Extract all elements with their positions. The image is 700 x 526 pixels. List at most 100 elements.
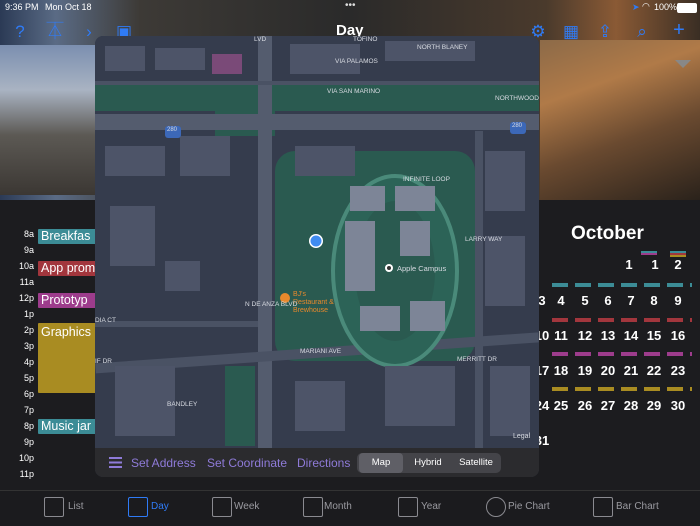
map-label-street: MARIANI AVE [300,348,342,355]
day-cell[interactable]: 7 [622,293,640,308]
day-cell[interactable]: 21 [622,363,640,378]
event-breakfast[interactable]: Breakfas [38,229,98,244]
day-cell[interactable]: 1 [620,257,638,272]
battery-percent: 100% [654,2,678,12]
location-icon: ➤ [632,2,640,12]
map-label-street: VIA SAN MARINO [327,88,381,95]
set-coordinate-button[interactable]: Set Coordinate [207,456,287,470]
time-label: 9p [23,437,34,447]
map-poi-apple-campus[interactable]: Apple Campus [397,264,446,273]
month-icon [303,497,323,517]
mountain-left [0,45,100,195]
map-label-street: DIA CT [95,317,116,324]
day-cell[interactable]: 18 [552,363,570,378]
map-poi-restaurant: Brewhouse [293,307,329,314]
time-label: 11p [19,469,34,479]
time-label: 10a [18,261,34,271]
tab-month[interactable]: Month [324,501,352,512]
time-label: 6p [23,389,34,399]
day-cell[interactable]: 15 [645,328,663,343]
day-cell[interactable]: 14 [622,328,640,343]
day-icon [128,497,148,517]
share-icon[interactable]: ⇪ [594,23,616,40]
search-icon[interactable]: ⌕ [631,23,653,40]
grid-icon[interactable]: ▦ [560,23,582,40]
day-cell[interactable]: 8 [645,293,663,308]
time-label: 3p [23,341,34,351]
tab-year[interactable]: Year [421,501,441,512]
day-cell[interactable]: 2 [669,257,687,272]
status-bar: 9:36 PM Mon Oct 18 ••• ➤ ◠ 100% [0,0,700,14]
event-prototype[interactable]: Prototyp [38,293,98,308]
mode-satellite[interactable]: Satellite [453,453,499,473]
day-stripes [641,251,657,255]
map-poi-restaurant: Restaurant & [293,299,334,306]
map-label-street: TOFINO [353,36,378,43]
menu-icon[interactable] [109,457,122,468]
time-label: 7p [23,405,34,415]
map-label-street: NORTH BLANEY [417,44,468,51]
wifi-icon: ◠ [642,1,650,11]
status-date: Mon Oct 18 [45,2,92,12]
map-label-street: MERRITT DR [457,356,497,363]
legal-link[interactable]: Legal [513,433,530,440]
day-cell[interactable]: 22 [645,363,663,378]
map-mode-segmented: Map Hybrid Satellite [357,453,501,473]
event-stripes [552,283,692,287]
tab-pie-chart[interactable]: Pie Chart [508,501,550,512]
event-stripes [552,352,692,356]
add-icon[interactable]: + [668,20,690,40]
day-cell[interactable]: 13 [599,328,617,343]
list-icon [44,497,64,517]
day-cell[interactable]: 19 [576,363,594,378]
pie-chart-icon [486,497,506,517]
map-label-street: N DE ANZA BLVD [245,301,298,308]
day-cell[interactable]: 5 [576,293,594,308]
day-cell[interactable]: 12 [576,328,594,343]
time-label: 12p [18,293,34,303]
day-cell[interactable]: 28 [622,398,640,413]
collapse-icon[interactable] [675,60,691,68]
tab-bar-chart[interactable]: Bar Chart [616,501,659,512]
day-cell[interactable]: 16 [669,328,687,343]
tab-week[interactable]: Week [234,501,259,512]
directions-button[interactable]: Directions [297,456,350,470]
status-time: 9:36 PM [5,2,39,12]
multitask-dots[interactable]: ••• [345,0,356,11]
event-graphics[interactable]: Graphics [38,323,98,393]
map-label-street: VIA PALAMOS [335,58,378,65]
year-icon [398,497,418,517]
highway-shield: 280 [512,123,523,129]
map-poi-restaurant[interactable]: BJ's [293,291,306,298]
event-stripes [552,387,692,391]
day-cell[interactable]: 26 [576,398,594,413]
day-cell[interactable]: 11 [552,328,570,343]
day-cell[interactable]: 30 [669,398,687,413]
day-cell[interactable]: 29 [645,398,663,413]
day-cell[interactable]: 23 [669,363,687,378]
battery-icon [677,3,697,13]
help-icon[interactable]: ? [9,23,31,40]
mode-map[interactable]: Map [359,453,403,473]
highway-shield: 280 [167,127,178,133]
week-icon [212,497,232,517]
map-label-street: INFINITE LOOP [403,176,450,183]
day-cell[interactable]: 4 [552,293,570,308]
day-cell[interactable]: 20 [599,363,617,378]
day-cell[interactable]: 6 [599,293,617,308]
tab-list[interactable]: List [68,501,84,512]
map-label-street: BANDLEY [167,401,198,408]
filter-icon[interactable]: ⏄ [44,23,66,40]
event-music-jam[interactable]: Music jar [38,419,98,434]
day-cell[interactable]: 25 [552,398,570,413]
day-cell[interactable]: 1 [646,257,664,272]
map-popover: LVD TOFINO VIA PALAMOS VIA SAN MARINO NO… [95,36,539,477]
map-label-street: IF DR [95,358,112,365]
month-title: October [571,223,644,244]
day-cell[interactable]: 9 [669,293,687,308]
day-cell[interactable]: 27 [599,398,617,413]
set-address-button[interactable]: Set Address [131,456,196,470]
tab-day[interactable]: Day [151,501,169,512]
event-app-promo[interactable]: App prom [38,261,98,276]
mode-hybrid[interactable]: Hybrid [405,453,451,473]
